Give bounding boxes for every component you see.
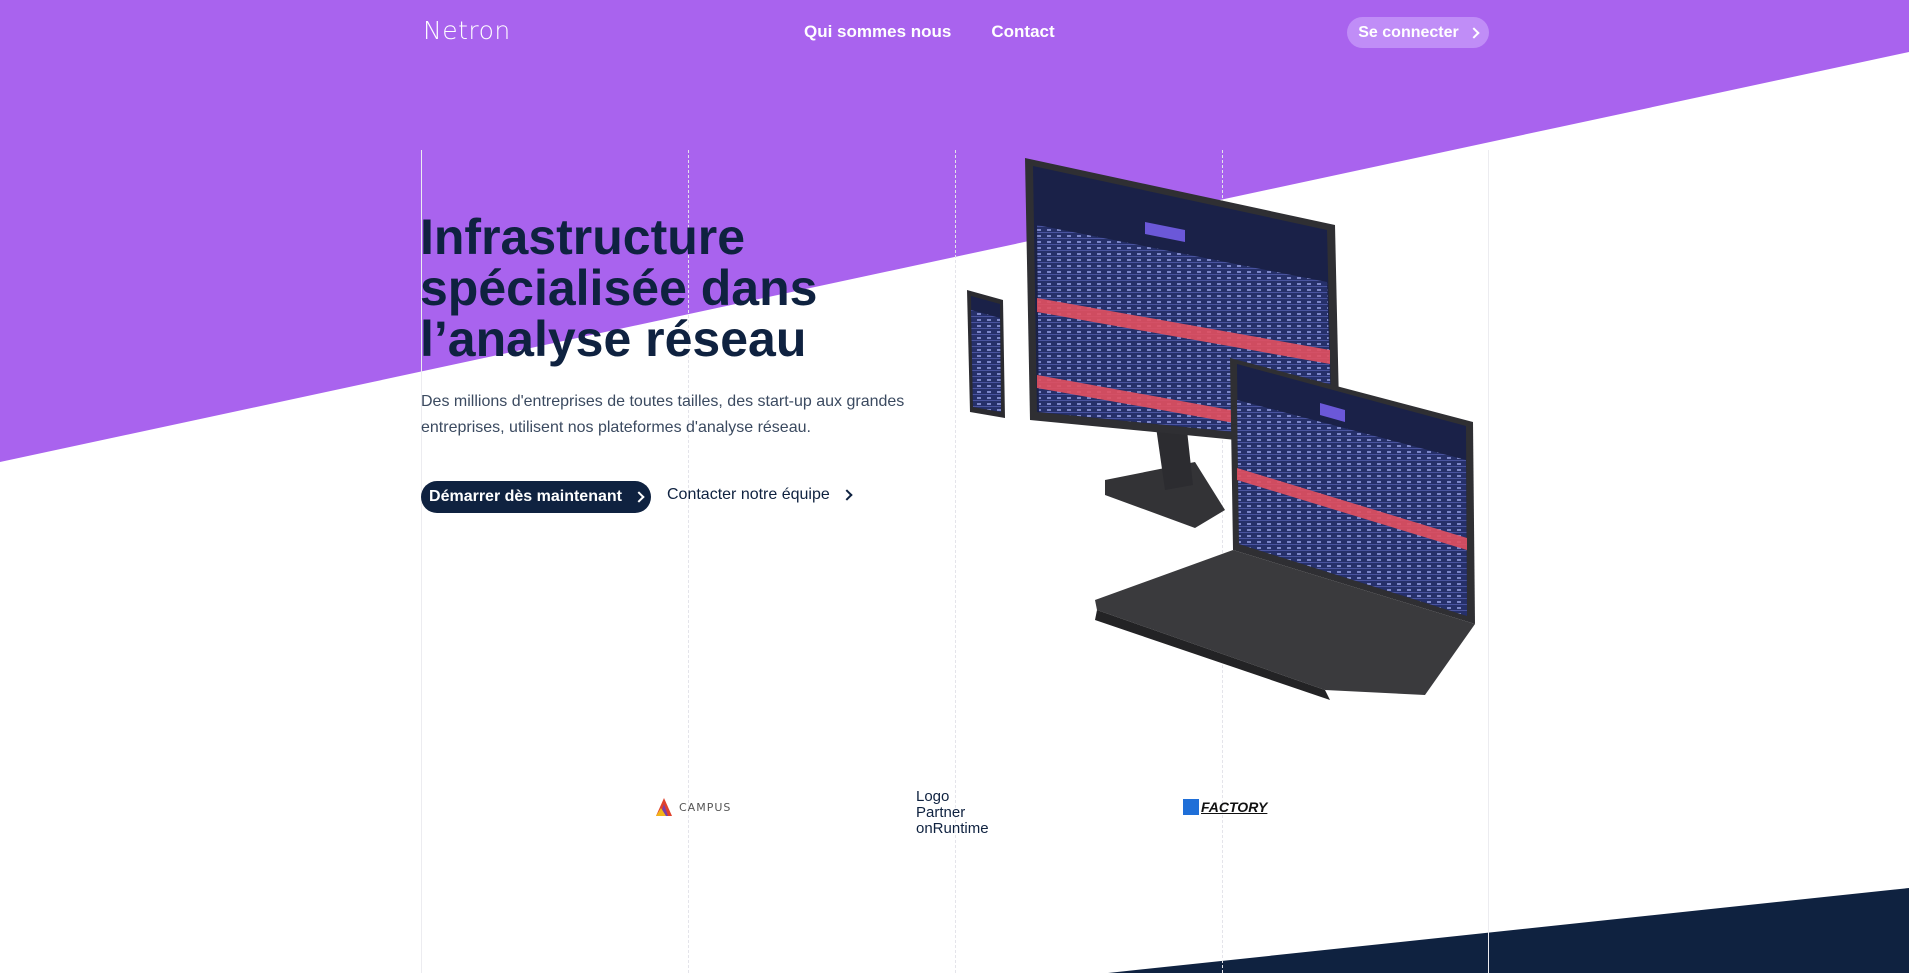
factory-logo-icon bbox=[1183, 799, 1199, 815]
nav-link-about[interactable]: Qui sommes nous bbox=[804, 22, 951, 42]
runtime-alt-line: Partner bbox=[916, 804, 966, 821]
hero-title-line: spécialisée dans bbox=[420, 260, 818, 316]
hero-description-line: Des millions d'entreprises de toutes tai… bbox=[421, 393, 905, 410]
chevron-right-icon bbox=[1468, 26, 1480, 39]
hero-title-line: Infrastructure bbox=[420, 209, 746, 265]
nav-link-contact[interactable]: Contact bbox=[991, 22, 1054, 42]
login-button[interactable]: Se connecter bbox=[1347, 17, 1489, 48]
partner-logo-factory: FACTORY bbox=[1183, 799, 1267, 815]
chevron-right-icon bbox=[841, 489, 853, 501]
campus-logo-icon bbox=[656, 798, 672, 816]
netron-logo[interactable]: Netron bbox=[423, 16, 511, 45]
hero-description-line: entreprises, utilisent nos plateformes d… bbox=[421, 419, 811, 436]
start-now-label: Démarrer dès maintenant bbox=[429, 488, 622, 505]
campus-logo-text: CAMPUS bbox=[679, 800, 732, 814]
hero-title-line: l’analyse réseau bbox=[420, 311, 807, 367]
guide-line bbox=[1488, 150, 1489, 973]
chevron-right-icon bbox=[633, 491, 645, 503]
hero-title: Infrastructure spécialisée dans l’analys… bbox=[420, 212, 880, 365]
partner-logo-runtime: Logo Partner onRuntime bbox=[916, 789, 1006, 837]
devices-illustration bbox=[967, 158, 1475, 700]
partner-logo-campus: CAMPUS bbox=[653, 796, 731, 818]
contact-team-link[interactable]: Contacter notre équipe bbox=[667, 486, 853, 504]
runtime-alt-line: onRuntime bbox=[916, 820, 989, 837]
contact-team-label: Contacter notre équipe bbox=[667, 486, 830, 503]
factory-logo-text: FACTORY bbox=[1201, 799, 1268, 815]
phone-mockup bbox=[967, 290, 1005, 418]
main-nav: Qui sommes nous Contact bbox=[804, 22, 1055, 42]
runtime-alt-line: Logo bbox=[916, 788, 950, 805]
login-button-label: Se connecter bbox=[1358, 23, 1459, 41]
navy-corner-shape bbox=[1108, 888, 1909, 973]
hero-description: Des millions d'entreprises de toutes tai… bbox=[421, 389, 941, 441]
start-now-button[interactable]: Démarrer dès maintenant bbox=[421, 481, 651, 513]
